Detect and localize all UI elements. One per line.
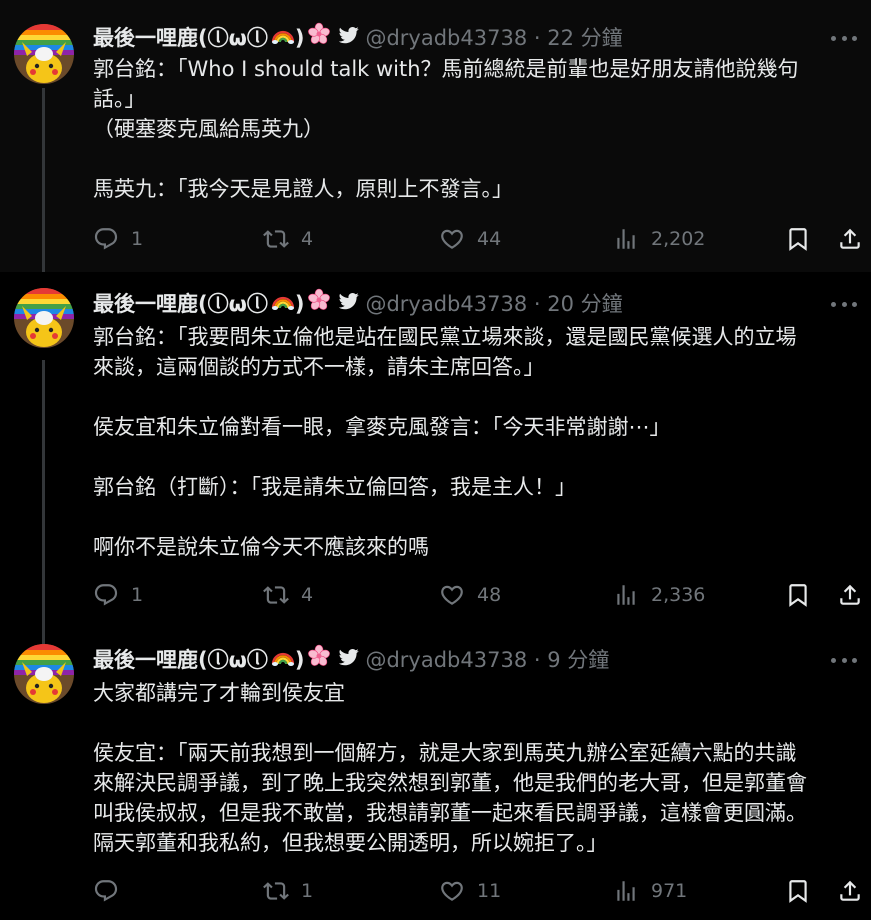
tweet-text: 郭台銘：「Who I should talk with？馬前總統是前輩也是好朋友… [93,57,799,201]
bookmark-button[interactable] [785,580,811,610]
author-name[interactable]: 最後一哩鹿(ⓛωⓛ [93,22,268,54]
like-button[interactable]: 48 [439,580,501,610]
rainbow-icon [271,22,295,55]
like-count: 44 [477,228,502,250]
like-count: 48 [477,584,502,606]
view-count: 2,336 [651,584,706,606]
tweet-header: 最後一哩鹿(ⓛωⓛ) @dryadb43738 · 20 分鐘 [93,288,623,320]
bookmark-button[interactable] [785,876,811,906]
views-icon [613,226,639,252]
tweet-1[interactable]: 最後一哩鹿(ⓛωⓛ) @dryadb43738 · 22 分鐘 郭台銘：「Who … [0,0,871,272]
handle-and-time[interactable]: @dryadb43738 · 20 分鐘 [365,288,622,320]
views-button[interactable]: 2,202 [613,224,705,254]
repost-count: 4 [301,584,314,606]
like-button[interactable]: 44 [439,224,501,254]
repost-icon [263,582,289,608]
rainbow-icon [271,288,295,321]
avatar[interactable] [14,288,74,348]
author-name-close: ) [294,648,305,672]
share-icon [837,878,863,904]
author-name[interactable]: 最後一哩鹿(ⓛωⓛ [93,288,268,320]
views-button[interactable]: 2,336 [613,580,705,610]
share-icon [837,582,863,608]
action-bar: 1 4 48 2,336 [93,580,861,610]
bookmark-icon [785,878,811,904]
tweet-header: 最後一哩鹿(ⓛωⓛ) @dryadb43738 · 22 分鐘 [93,22,623,54]
views-icon [613,878,639,904]
thread-line [42,628,45,644]
repost-button[interactable]: 1 [263,876,313,906]
repost-icon [263,878,289,904]
bookmark-icon [785,582,811,608]
handle-and-time[interactable]: @dryadb43738 · 22 分鐘 [365,22,622,54]
more-icon[interactable] [831,292,857,316]
tweet-text: 郭台銘：「我要問朱立倫他是站在國民黨立場來談，還是國民黨候選人的立場 來談，這兩… [93,325,797,559]
reply-icon [93,226,119,252]
reply-icon [93,582,119,608]
share-button[interactable] [837,224,863,254]
repost-icon [263,226,289,252]
reply-button[interactable]: 1 [93,224,143,254]
like-button[interactable]: 11 [439,876,501,906]
cherry-blossom-icon [307,644,331,677]
bookmark-icon [785,226,811,252]
repost-count: 1 [301,880,314,902]
twitter-bird-icon [339,22,359,54]
views-icon [613,582,639,608]
avatar[interactable] [14,24,74,84]
views-button[interactable]: 971 [613,876,687,906]
share-button[interactable] [837,580,863,610]
reply-button[interactable] [93,876,131,906]
tweet-header: 最後一哩鹿(ⓛωⓛ) @dryadb43738 · 9 分鐘 [93,644,609,676]
repost-button[interactable]: 4 [263,224,313,254]
thread-line [42,88,45,272]
view-count: 2,202 [651,228,706,250]
twitter-bird-icon [339,644,359,676]
cherry-blossom-icon [307,288,331,321]
reply-count: 1 [131,584,144,606]
more-icon[interactable] [831,26,857,50]
like-icon [439,226,465,252]
like-icon [439,582,465,608]
reply-icon [93,878,119,904]
author-name[interactable]: 最後一哩鹿(ⓛωⓛ [93,644,268,676]
like-icon [439,878,465,904]
repost-count: 4 [301,228,314,250]
bookmark-button[interactable] [785,224,811,254]
like-count: 11 [477,880,502,902]
thread-line [42,360,45,628]
action-bar: 1 4 44 2,202 [93,224,861,254]
tweet-text: 大家都講完了才輪到侯友宜 侯友宜：「兩天前我想到一個解方，就是大家到馬英九辦公室… [93,681,807,855]
tweet-2[interactable]: 最後一哩鹿(ⓛωⓛ) @dryadb43738 · 20 分鐘 郭台銘：「我要問朱… [0,272,871,628]
action-bar: 1 11 971 [93,876,861,906]
handle-and-time[interactable]: @dryadb43738 · 9 分鐘 [365,644,609,676]
repost-button[interactable]: 4 [263,580,313,610]
tweet-3[interactable]: 最後一哩鹿(ⓛωⓛ) @dryadb43738 · 9 分鐘 大家都講完了才輪到侯… [0,628,871,920]
avatar[interactable] [14,644,74,704]
reply-button[interactable]: 1 [93,580,143,610]
cherry-blossom-icon [307,22,331,55]
rainbow-icon [271,644,295,677]
twitter-bird-icon [339,288,359,320]
author-name-close: ) [294,292,305,316]
share-icon [837,226,863,252]
reply-count: 1 [131,228,144,250]
share-button[interactable] [837,876,863,906]
view-count: 971 [651,880,688,902]
more-icon[interactable] [831,648,857,672]
author-name-close: ) [294,26,305,50]
